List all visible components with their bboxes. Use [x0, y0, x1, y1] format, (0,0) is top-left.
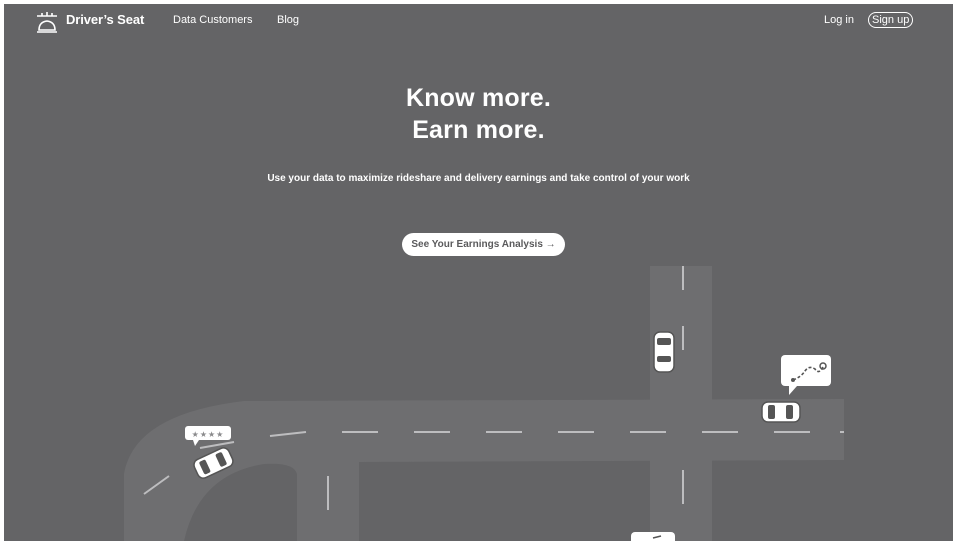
hero-headline-line1: Know more. [405, 84, 552, 112]
page-frame: ★★★★ Driver’s Seat Data Customers Blog L… [4, 4, 953, 541]
car-icon [653, 331, 675, 373]
nav-link-data-customers[interactable]: Data Customers [173, 14, 252, 26]
lane-markings [143, 266, 844, 510]
nav-link-blog[interactable]: Blog [277, 14, 299, 26]
horizontal-road [124, 399, 844, 541]
hero-subheading: Use your data to maximize rideshare and … [267, 173, 690, 184]
earnings-analysis-button[interactable]: See Your Earnings Analysis → [402, 233, 565, 256]
route-map-icon [631, 532, 675, 541]
car-icon [761, 401, 801, 423]
login-link[interactable]: Log in [824, 14, 854, 26]
signup-button[interactable]: Sign up [868, 12, 914, 28]
svg-text:★★★★: ★★★★ [192, 430, 225, 439]
car-seat-logo-icon[interactable] [34, 10, 60, 34]
top-navigation: Driver’s Seat Data Customers Blog Log in… [4, 4, 953, 38]
hero-headline-line2: Earn more. [412, 116, 545, 144]
route-map-icon [781, 355, 831, 395]
brand-name[interactable]: Driver’s Seat [66, 12, 144, 27]
